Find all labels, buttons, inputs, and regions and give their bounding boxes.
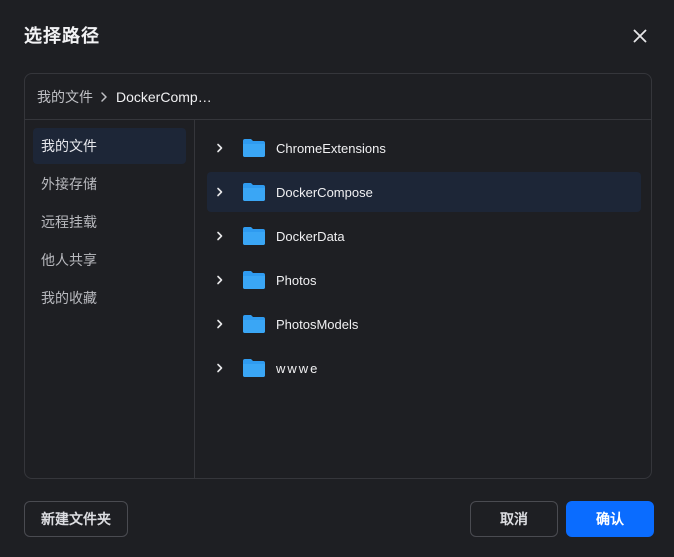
new-folder-button[interactable]: 新建文件夹 — [24, 501, 128, 537]
sidebar-item-external-storage[interactable]: 外接存储 — [33, 166, 186, 202]
breadcrumb: 我的文件 DockerComp… — [25, 74, 651, 120]
folder-icon — [242, 182, 266, 202]
folder-row-dockerdata[interactable]: DockerData — [207, 216, 641, 256]
select-path-dialog: 选择路径 我的文件 DockerComp… 我的文件 外接存储 远程挂载 他人共… — [0, 0, 674, 557]
chevron-right-icon[interactable] — [214, 318, 226, 330]
folder-icon — [242, 270, 266, 290]
breadcrumb-current: DockerComp… — [116, 88, 212, 105]
confirm-button[interactable]: 确认 — [566, 501, 654, 537]
folder-list: ChromeExtensions DockerCompose DockerDat… — [195, 120, 651, 478]
chevron-right-icon[interactable] — [214, 274, 226, 286]
folder-name: Photos — [276, 272, 317, 288]
close-icon — [633, 29, 647, 43]
close-button[interactable] — [628, 24, 652, 48]
folder-row-chromeextensions[interactable]: ChromeExtensions — [207, 128, 641, 168]
folder-row-photosmodels[interactable]: PhotosModels — [207, 304, 641, 344]
chevron-right-icon[interactable] — [214, 186, 226, 198]
sidebar-item-my-files[interactable]: 我的文件 — [33, 128, 186, 164]
chevron-right-icon — [100, 91, 108, 103]
folder-name: PhotosModels — [276, 316, 359, 332]
chevron-right-icon[interactable] — [214, 142, 226, 154]
folder-icon — [242, 358, 266, 378]
sidebar: 我的文件 外接存储 远程挂载 他人共享 我的收藏 — [25, 120, 195, 478]
folder-name: wwwe — [276, 360, 320, 376]
folder-row-photos[interactable]: Photos — [207, 260, 641, 300]
folder-row-wwwe[interactable]: wwwe — [207, 348, 641, 388]
sidebar-item-shared-with-me[interactable]: 他人共享 — [33, 242, 186, 278]
folder-name: DockerData — [276, 228, 345, 244]
folder-row-dockercompose[interactable]: DockerCompose — [207, 172, 641, 212]
folder-name: ChromeExtensions — [276, 140, 386, 156]
cancel-button[interactable]: 取消 — [470, 501, 558, 537]
sidebar-item-favorites[interactable]: 我的收藏 — [33, 280, 186, 316]
chevron-right-icon[interactable] — [214, 362, 226, 374]
path-browser-panel: 我的文件 DockerComp… 我的文件 外接存储 远程挂载 他人共享 我的收… — [24, 73, 652, 479]
breadcrumb-root[interactable]: 我的文件 — [37, 87, 93, 107]
dialog-title: 选择路径 — [24, 26, 100, 46]
folder-name: DockerCompose — [276, 184, 373, 200]
sidebar-item-remote-mount[interactable]: 远程挂载 — [33, 204, 186, 240]
folder-icon — [242, 314, 266, 334]
folder-icon — [242, 138, 266, 158]
chevron-right-icon[interactable] — [214, 230, 226, 242]
folder-icon — [242, 226, 266, 246]
